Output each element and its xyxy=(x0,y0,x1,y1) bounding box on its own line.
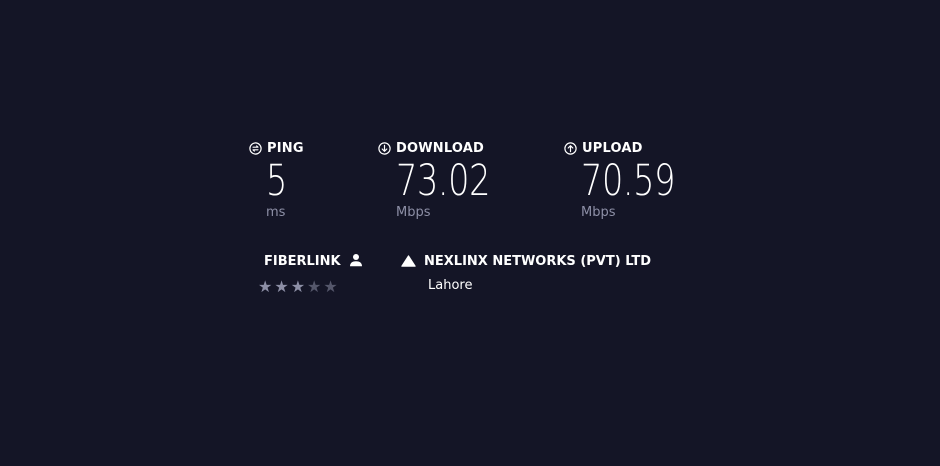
ping-label: PING xyxy=(267,140,304,156)
server-info[interactable]: NEXLINX NETWORKS (PVT) LTD Lahore xyxy=(401,252,651,293)
star-icon[interactable]: ★ xyxy=(291,279,305,295)
download-unit: Mbps xyxy=(396,205,431,220)
upload-metric: UPLOAD 70.59 Mbps xyxy=(564,140,702,220)
star-icon[interactable]: ★ xyxy=(307,279,321,295)
upload-label: UPLOAD xyxy=(582,140,643,156)
download-label: DOWNLOAD xyxy=(396,140,485,156)
ping-value: 5 xyxy=(266,156,287,206)
speedtest-result-panel: PING 5 ms DOWNLOAD 73.02 Mbps UPLOAD 70.… xyxy=(0,0,940,466)
server-location: Lahore xyxy=(428,278,473,293)
ping-icon xyxy=(249,141,262,155)
isp-name: FIBERLINK xyxy=(264,254,341,269)
ping-header: PING xyxy=(249,140,304,156)
upload-unit: Mbps xyxy=(581,205,616,220)
server-triangle-icon xyxy=(401,252,416,271)
upload-value: 70.59 xyxy=(581,156,676,206)
star-icon[interactable]: ★ xyxy=(258,279,272,295)
upload-arrow-icon xyxy=(564,141,577,155)
star-icon[interactable]: ★ xyxy=(274,279,288,295)
download-arrow-icon xyxy=(378,141,391,155)
download-header: DOWNLOAD xyxy=(378,140,517,156)
download-value: 73.02 xyxy=(396,156,491,206)
isp-rating[interactable]: ★ ★ ★ ★ ★ xyxy=(258,279,363,295)
star-icon[interactable]: ★ xyxy=(323,279,337,295)
server-name: NEXLINX NETWORKS (PVT) LTD xyxy=(424,254,651,269)
user-icon xyxy=(349,252,363,271)
ping-metric: PING 5 ms xyxy=(249,140,304,220)
isp-info[interactable]: FIBERLINK ★ ★ ★ ★ ★ xyxy=(258,252,363,295)
upload-header: UPLOAD xyxy=(564,140,702,156)
download-metric: DOWNLOAD 73.02 Mbps xyxy=(378,140,517,220)
ping-unit: ms xyxy=(266,205,286,220)
